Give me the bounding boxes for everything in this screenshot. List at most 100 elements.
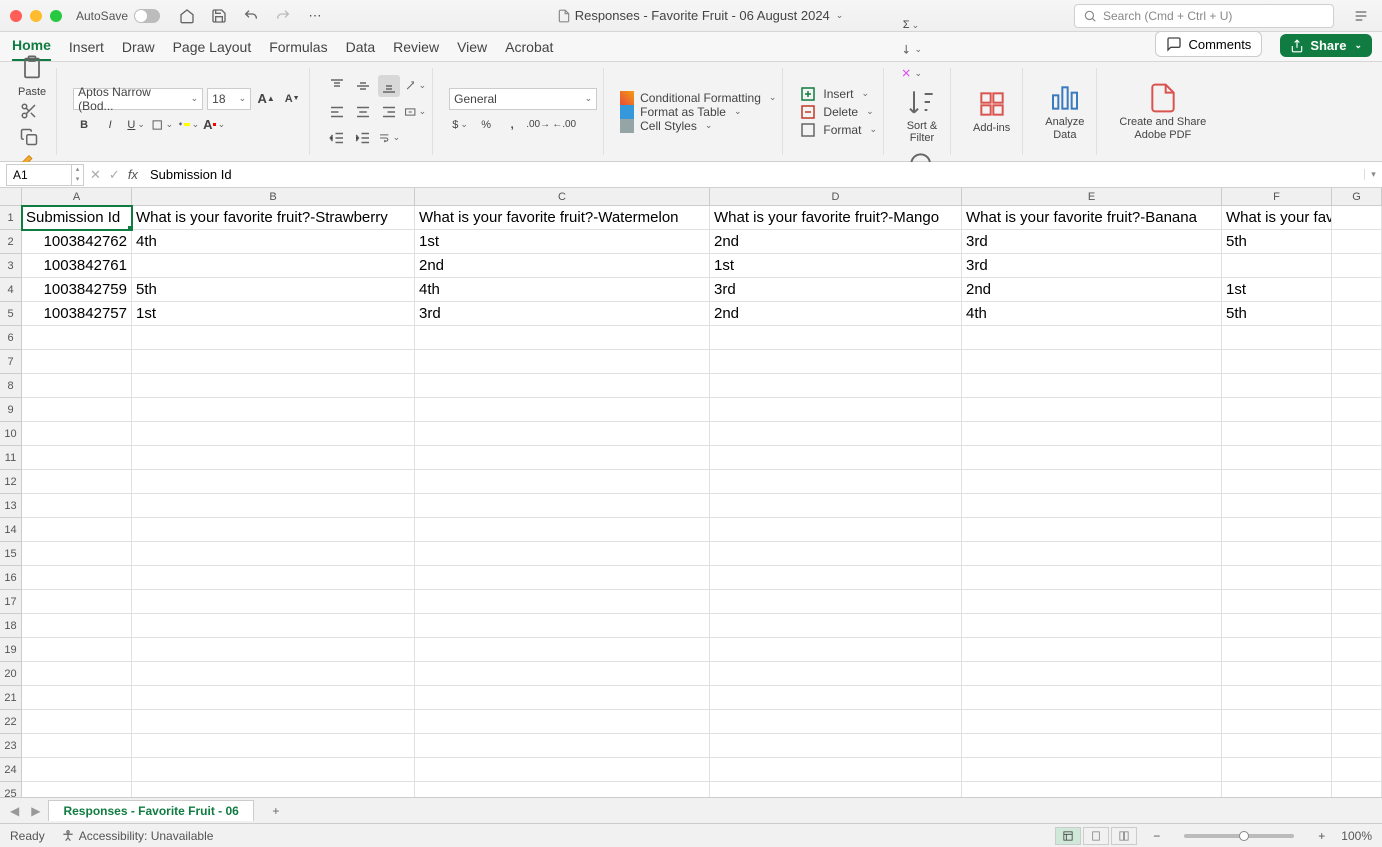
align-top-icon[interactable] xyxy=(326,75,348,97)
row-header-13[interactable]: 13 xyxy=(0,494,21,518)
adobe-pdf-button[interactable]: Create and Share Adobe PDF xyxy=(1113,80,1212,142)
cell-B8[interactable] xyxy=(132,374,415,398)
cell-F9[interactable] xyxy=(1222,398,1332,422)
cell-D18[interactable] xyxy=(710,614,962,638)
cell-D11[interactable] xyxy=(710,446,962,470)
normal-view-icon[interactable] xyxy=(1055,827,1081,845)
cell-D13[interactable] xyxy=(710,494,962,518)
cell-E24[interactable] xyxy=(962,758,1222,782)
fill-icon[interactable]: ⌄ xyxy=(900,38,922,60)
cell-F6[interactable] xyxy=(1222,326,1332,350)
row-header-7[interactable]: 7 xyxy=(0,350,21,374)
cell-A9[interactable] xyxy=(22,398,132,422)
cell-C20[interactable] xyxy=(415,662,710,686)
cell-G4[interactable] xyxy=(1332,278,1382,302)
cell-A1[interactable]: Submission Id xyxy=(22,206,132,230)
cell-A12[interactable] xyxy=(22,470,132,494)
tab-review[interactable]: Review xyxy=(393,39,439,61)
cell-E15[interactable] xyxy=(962,542,1222,566)
row-header-9[interactable]: 9 xyxy=(0,398,21,422)
font-color-icon[interactable]: A⌄ xyxy=(203,114,225,136)
cell-B23[interactable] xyxy=(132,734,415,758)
redo-icon[interactable] xyxy=(272,5,294,27)
cell-F18[interactable] xyxy=(1222,614,1332,638)
currency-icon[interactable]: $⌄ xyxy=(449,114,471,136)
share-button[interactable]: Share ⌄ xyxy=(1280,34,1372,57)
cell-B6[interactable] xyxy=(132,326,415,350)
cell-E14[interactable] xyxy=(962,518,1222,542)
font-size-select[interactable]: 18⌄ xyxy=(207,88,251,110)
addins-button[interactable]: Add-ins xyxy=(967,86,1016,136)
tab-page-layout[interactable]: Page Layout xyxy=(173,39,252,61)
row-header-3[interactable]: 3 xyxy=(0,254,21,278)
cell-B17[interactable] xyxy=(132,590,415,614)
decrease-decimal-icon[interactable]: ←.00 xyxy=(553,114,575,136)
row-header-10[interactable]: 10 xyxy=(0,422,21,446)
cell-B2[interactable]: 4th xyxy=(132,230,415,254)
cell-A13[interactable] xyxy=(22,494,132,518)
percent-icon[interactable]: % xyxy=(475,114,497,136)
cell-D10[interactable] xyxy=(710,422,962,446)
cell-D20[interactable] xyxy=(710,662,962,686)
cell-C3[interactable]: 2nd xyxy=(415,254,710,278)
cell-A3[interactable]: 1003842761 xyxy=(22,254,132,278)
autosum-icon[interactable]: Σ⌄ xyxy=(900,14,922,36)
cell-F24[interactable] xyxy=(1222,758,1332,782)
row-header-8[interactable]: 8 xyxy=(0,374,21,398)
cell-E3[interactable]: 3rd xyxy=(962,254,1222,278)
cell-B7[interactable] xyxy=(132,350,415,374)
cell-A15[interactable] xyxy=(22,542,132,566)
cell-G13[interactable] xyxy=(1332,494,1382,518)
cell-A20[interactable] xyxy=(22,662,132,686)
cell-G2[interactable] xyxy=(1332,230,1382,254)
more-icon[interactable]: ⋯ xyxy=(304,5,326,27)
cell-C14[interactable] xyxy=(415,518,710,542)
cell-E18[interactable] xyxy=(962,614,1222,638)
fill-color-icon[interactable]: ⌄ xyxy=(177,114,199,136)
home-icon[interactable] xyxy=(176,5,198,27)
cell-C22[interactable] xyxy=(415,710,710,734)
cell-G12[interactable] xyxy=(1332,470,1382,494)
cell-E6[interactable] xyxy=(962,326,1222,350)
cell-B11[interactable] xyxy=(132,446,415,470)
cell-G8[interactable] xyxy=(1332,374,1382,398)
cell-E1[interactable]: What is your favorite fruit?-Banana xyxy=(962,206,1222,230)
cell-E10[interactable] xyxy=(962,422,1222,446)
cell-A4[interactable]: 1003842759 xyxy=(22,278,132,302)
page-break-view-icon[interactable] xyxy=(1111,827,1137,845)
row-header-1[interactable]: 1 xyxy=(0,206,21,230)
cell-D17[interactable] xyxy=(710,590,962,614)
cell-G1[interactable] xyxy=(1332,206,1382,230)
cell-F19[interactable] xyxy=(1222,638,1332,662)
cell-D24[interactable] xyxy=(710,758,962,782)
cell-G20[interactable] xyxy=(1332,662,1382,686)
cell-D21[interactable] xyxy=(710,686,962,710)
cell-F25[interactable] xyxy=(1222,782,1332,797)
cell-C16[interactable] xyxy=(415,566,710,590)
cell-B16[interactable] xyxy=(132,566,415,590)
col-header-F[interactable]: F xyxy=(1222,188,1332,205)
cell-B24[interactable] xyxy=(132,758,415,782)
cell-D2[interactable]: 2nd xyxy=(710,230,962,254)
cell-F14[interactable] xyxy=(1222,518,1332,542)
cell-D9[interactable] xyxy=(710,398,962,422)
cell-F10[interactable] xyxy=(1222,422,1332,446)
autosave-toggle[interactable]: AutoSave xyxy=(76,9,160,23)
merge-icon[interactable]: ⌄ xyxy=(404,101,426,123)
row-header-21[interactable]: 21 xyxy=(0,686,21,710)
cell-B10[interactable] xyxy=(132,422,415,446)
cell-D15[interactable] xyxy=(710,542,962,566)
comments-button[interactable]: Comments xyxy=(1155,31,1262,57)
cell-C10[interactable] xyxy=(415,422,710,446)
cell-C21[interactable] xyxy=(415,686,710,710)
cell-G24[interactable] xyxy=(1332,758,1382,782)
row-header-24[interactable]: 24 xyxy=(0,758,21,782)
align-left-icon[interactable] xyxy=(326,101,348,123)
paste-button[interactable]: Paste xyxy=(14,50,50,100)
cell-A21[interactable] xyxy=(22,686,132,710)
cell-G10[interactable] xyxy=(1332,422,1382,446)
conditional-formatting-button[interactable]: Conditional Formatting⌄ xyxy=(620,91,776,105)
cell-G14[interactable] xyxy=(1332,518,1382,542)
cell-C23[interactable] xyxy=(415,734,710,758)
cell-E23[interactable] xyxy=(962,734,1222,758)
